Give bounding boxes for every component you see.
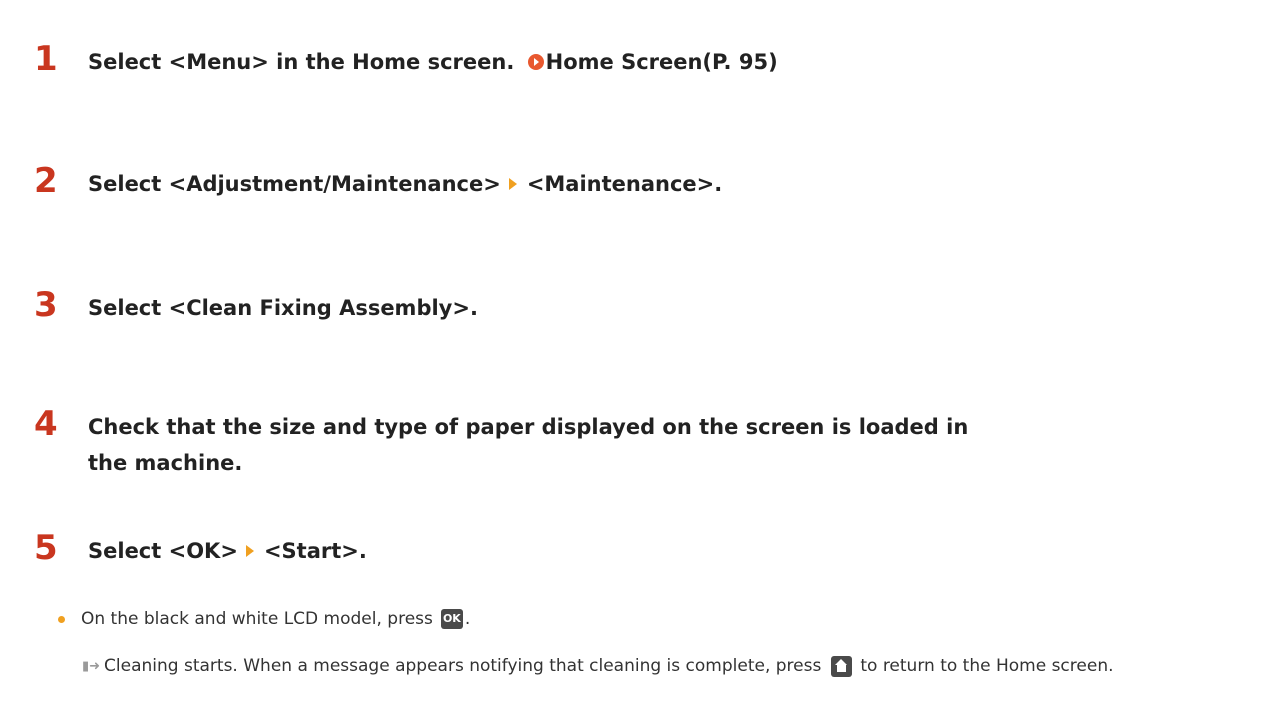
- step-text: Select <Menu> in the Home screen.: [88, 50, 515, 74]
- home-key-icon: [831, 655, 853, 677]
- link-arrow-icon[interactable]: [527, 54, 544, 70]
- result-paragraph: ▮➜ Cleaning starts. When a message appear…: [82, 651, 1252, 682]
- step-1: 1 Select <Menu> in the Home screen. Home…: [34, 39, 778, 80]
- step-number: 1: [34, 39, 58, 79]
- bullet-dot-icon: [58, 615, 65, 623]
- step-instruction: Check that the size and type of paper di…: [88, 415, 969, 475]
- step-number: 5: [34, 528, 58, 568]
- step-number: 3: [34, 285, 58, 325]
- step-number: 4: [34, 404, 58, 444]
- step-text-after: <Start>.: [263, 539, 367, 563]
- step-5: 5 Select <OK> <Start>.: [34, 528, 367, 569]
- step-instruction: Select <Adjustment/Maintenance> <Maintena…: [88, 166, 722, 202]
- step-instruction: Select <Clean Fixing Assembly>.: [88, 296, 478, 320]
- note-bullet: On the black and white LCD model, press …: [58, 604, 470, 634]
- ok-key-icon: OK: [440, 609, 463, 629]
- note-text: On the black and white LCD model, press: [81, 609, 433, 629]
- step-number: 2: [34, 161, 58, 201]
- step-4: 4 Check that the size and type of paper …: [34, 404, 988, 481]
- step-text-before: Select <OK>: [88, 539, 238, 563]
- result-text: Cleaning starts. When a message appears …: [104, 656, 822, 676]
- step-text-after: <Maintenance>.: [526, 172, 723, 196]
- home-screen-link[interactable]: Home Screen(P. 95): [546, 50, 778, 74]
- triangle-arrow-icon: [508, 178, 517, 190]
- step-instruction: Select <OK> <Start>.: [88, 533, 367, 569]
- result-arrow-icon: ▮➜: [82, 659, 101, 674]
- step-3: 3 Select <Clean Fixing Assembly>.: [34, 285, 478, 326]
- step-2: 2 Select <Adjustment/Maintenance> <Mainte…: [34, 161, 722, 202]
- note-text-end: .: [464, 609, 471, 629]
- step-instruction: Select <Menu> in the Home screen. Home S…: [88, 44, 778, 80]
- result-text-end: to return to the Home screen.: [860, 656, 1114, 676]
- step-text-before: Select <Adjustment/Maintenance>: [88, 172, 501, 196]
- triangle-arrow-icon: [245, 545, 254, 557]
